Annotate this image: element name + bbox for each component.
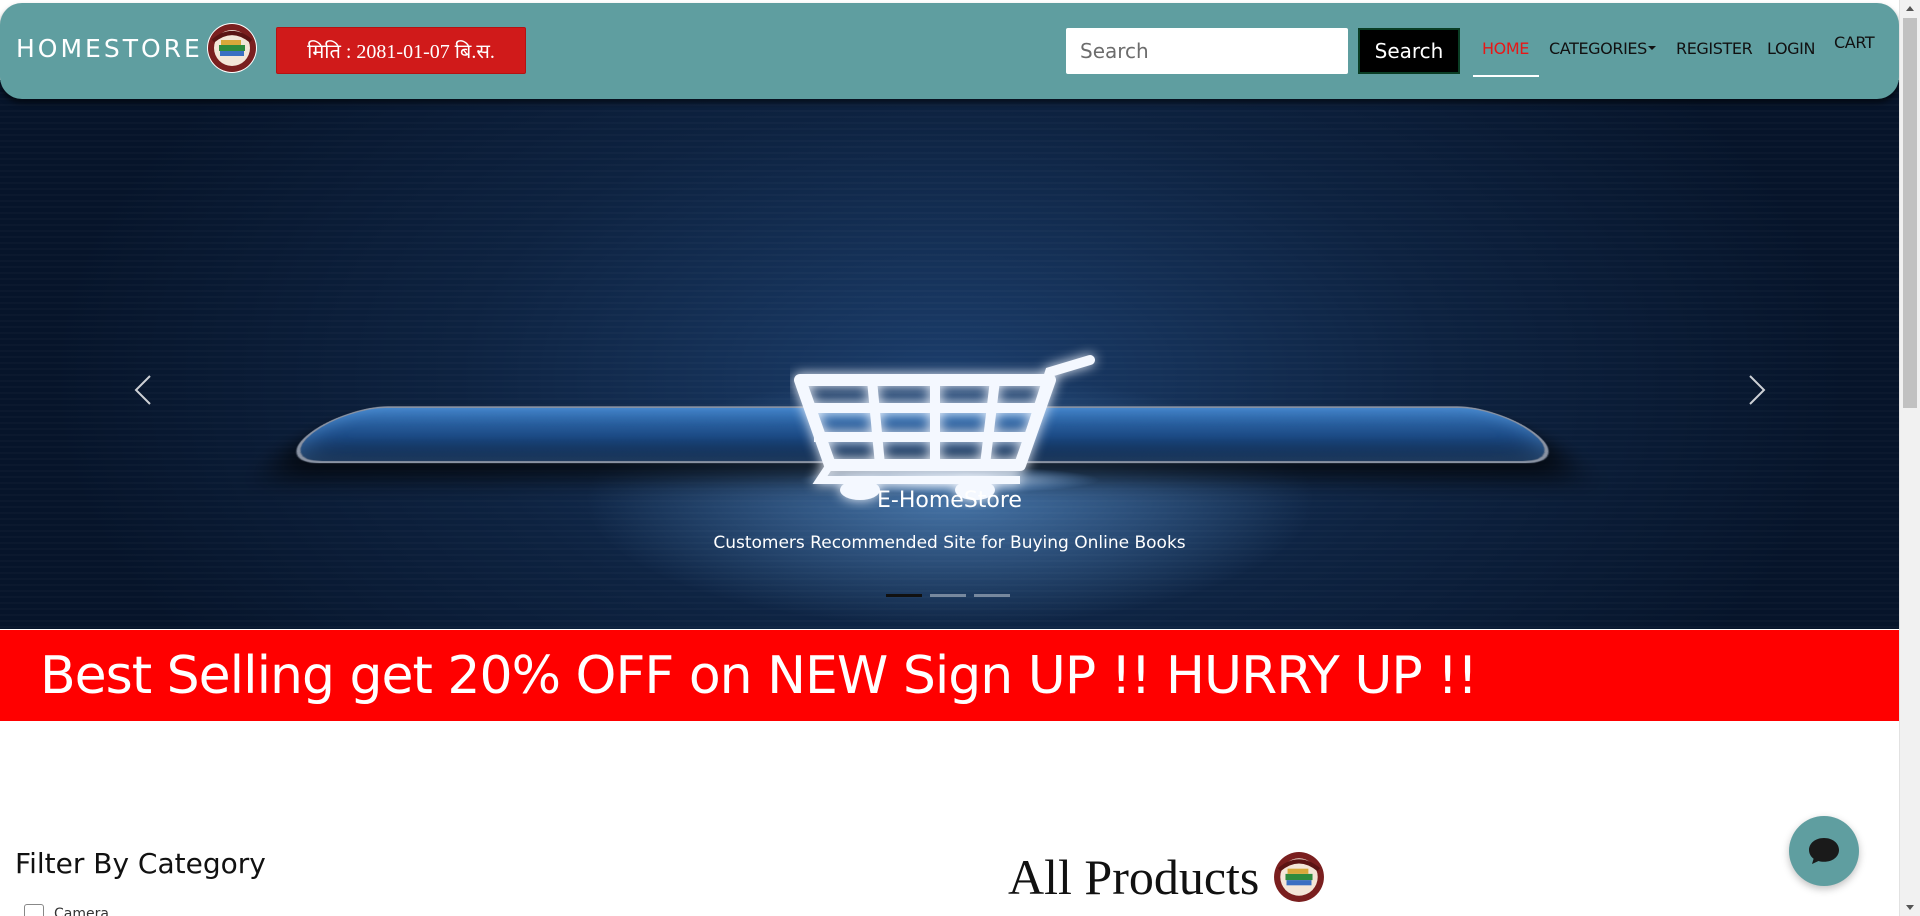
chat-bubble-icon: [1809, 838, 1839, 864]
nav-register[interactable]: REGISTER: [1676, 39, 1753, 58]
chevron-left-icon[interactable]: [124, 370, 164, 410]
promo-banner: Best Selling get 20% OFF on NEW Sign UP …: [0, 630, 1899, 721]
carousel-caption-text: Customers Recommended Site for Buying On…: [713, 533, 1186, 553]
books-logo-icon[interactable]: [206, 23, 257, 73]
scroll-up-icon[interactable]: [1906, 6, 1914, 11]
promo-text: Best Selling get 20% OFF on NEW Sign UP …: [40, 645, 1478, 706]
carousel-indicator-2[interactable]: [930, 594, 966, 597]
carousel-indicator-3[interactable]: [974, 594, 1010, 597]
nav-home[interactable]: HOME: [1482, 39, 1529, 58]
carousel-caption-title: E-HomeStore: [877, 488, 1022, 513]
carousel-indicator-1[interactable]: [886, 594, 922, 597]
products-heading: All Products: [1008, 848, 1326, 906]
scroll-thumb[interactable]: [1903, 18, 1917, 408]
products-title: All Products: [1008, 849, 1260, 905]
nepali-date-badge: मिति : 2081-01-07 बि.स.: [276, 27, 526, 74]
filter-checkbox-camera[interactable]: Camera: [24, 904, 109, 916]
nav-categories-label: CATEGORIES: [1549, 39, 1647, 58]
brand[interactable]: HOMESTORE: [16, 23, 257, 73]
shopping-cart-icon: [794, 355, 1100, 500]
carousel-indicators: [886, 594, 1010, 597]
hero-carousel: E-HomeStore Customers Recommended Site f…: [0, 80, 1899, 629]
nav-login[interactable]: LOGIN: [1767, 39, 1815, 58]
page-scrollbar[interactable]: [1899, 0, 1920, 916]
search-button[interactable]: Search: [1358, 28, 1460, 74]
search-input[interactable]: [1066, 28, 1348, 74]
caret-down-icon: [1647, 45, 1656, 50]
filter-label: Camera: [54, 906, 109, 916]
chat-button[interactable]: [1789, 816, 1859, 886]
books-logo-icon: [1273, 851, 1326, 903]
checkbox[interactable]: [24, 904, 44, 916]
nav-cart[interactable]: CART: [1834, 33, 1875, 52]
active-link-underline: [1473, 75, 1539, 77]
page: HOMESTORE मिति : 2081-01-07 बि.स. Search…: [0, 0, 1899, 916]
nav-categories[interactable]: CATEGORIES: [1549, 39, 1656, 58]
navbar: HOMESTORE मिति : 2081-01-07 बि.स. Search…: [0, 3, 1899, 99]
scroll-down-icon[interactable]: [1906, 905, 1914, 910]
filter-title: Filter By Category: [15, 847, 266, 880]
brand-name[interactable]: HOMESTORE: [16, 34, 203, 63]
chevron-right-icon[interactable]: [1736, 370, 1776, 410]
